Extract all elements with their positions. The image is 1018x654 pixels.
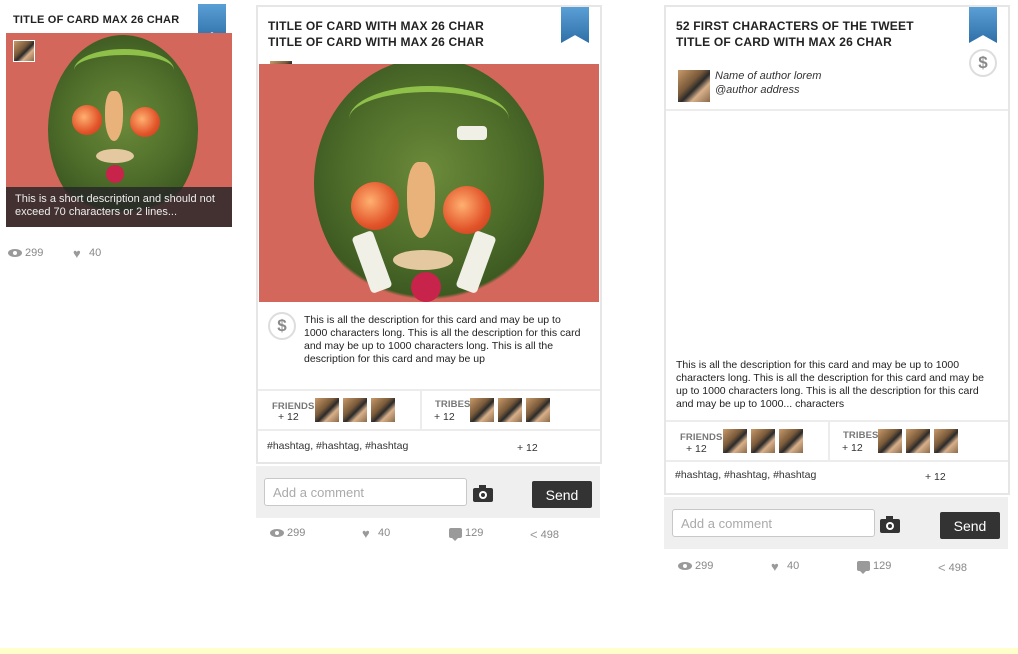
card-title-line1: 52 FIRST CHARACTERS OF THE TWEET <box>676 19 914 33</box>
friends-count[interactable]: + 12 <box>278 411 299 423</box>
send-button[interactable]: Send <box>532 481 592 508</box>
card-image[interactable] <box>259 64 599 302</box>
tribes-label: TRIBES <box>843 430 879 441</box>
author-name[interactable]: Name of author lorem <box>715 69 821 83</box>
views-count: 299 <box>25 247 44 259</box>
tribes-count[interactable]: + 12 <box>434 411 455 423</box>
hashtags-more[interactable]: + 12 <box>517 442 538 454</box>
comment-bubble-icon[interactable] <box>449 528 462 541</box>
share-icon[interactable]: < <box>938 560 946 575</box>
card-title-line2: TITLE OF CARD WITH MAX 26 CHAR <box>268 35 484 49</box>
comments-count: 129 <box>873 560 892 572</box>
author-avatar[interactable] <box>13 40 35 62</box>
likes-count: 40 <box>378 527 391 539</box>
eye-icon <box>678 562 692 570</box>
dollar-icon[interactable]: $ <box>969 49 997 77</box>
friend-avatar[interactable] <box>343 398 367 422</box>
shares-stat[interactable]: < 498 <box>530 527 559 542</box>
friends-count[interactable]: + 12 <box>686 443 707 455</box>
heart-icon[interactable]: ♥ <box>771 560 784 573</box>
friend-avatar[interactable] <box>371 398 395 422</box>
tribe-avatar[interactable] <box>470 398 494 422</box>
card-title: 52 FIRST CHARACTERS OF THE TWEET TITLE O… <box>676 18 914 50</box>
dollar-icon[interactable]: $ <box>268 312 296 340</box>
currency-symbol: $ <box>277 316 287 335</box>
bookmark-ribbon-icon[interactable] <box>969 7 997 43</box>
shares-count: 498 <box>540 528 559 541</box>
hashtags[interactable]: #hashtag, #hashtag, #hashtag <box>675 469 816 481</box>
shares-count: 498 <box>948 561 967 574</box>
card-description: This is all the description for this car… <box>676 359 984 410</box>
friend-avatar[interactable] <box>751 429 775 453</box>
author-avatar[interactable] <box>677 69 711 103</box>
card-description: This is all the description for this car… <box>304 314 581 365</box>
views-stat: 299 <box>8 247 43 259</box>
send-button[interactable]: Send <box>940 512 1000 539</box>
comment-bubble-icon[interactable] <box>857 561 870 574</box>
tribe-avatar[interactable] <box>934 429 958 453</box>
comment-input[interactable] <box>672 509 875 537</box>
eye-icon <box>8 249 22 257</box>
card-title-line1: TITLE OF CARD WITH MAX 26 CHAR <box>268 19 484 33</box>
heart-icon[interactable]: ♥ <box>362 527 375 540</box>
tribe-avatar[interactable] <box>906 429 930 453</box>
card-title: TITLE OF CARD WITH MAX 26 CHAR TITLE OF … <box>268 18 484 50</box>
friends-label: FRIENDS <box>680 432 723 443</box>
image-card[interactable]: TITLE OF CARD WITH MAX 26 CHAR TITLE OF … <box>256 5 602 464</box>
views-stat: 299 <box>678 560 713 572</box>
author-info[interactable]: Name of author lorem @author address <box>715 69 821 97</box>
small-card-title: TITLE OF CARD MAX 26 CHAR <box>13 14 180 26</box>
tribe-avatar[interactable] <box>498 398 522 422</box>
camera-icon[interactable] <box>473 485 493 502</box>
views-count: 299 <box>695 560 714 572</box>
views-stat: 299 <box>270 527 305 539</box>
hashtags-more[interactable]: + 12 <box>925 471 946 483</box>
divider <box>666 109 1008 111</box>
likes-stat[interactable]: ♥ 40 <box>771 560 800 573</box>
card-title-line2: TITLE OF CARD WITH MAX 26 CHAR <box>676 35 892 49</box>
friend-avatar[interactable] <box>723 429 747 453</box>
likes-stat[interactable]: ♥ 40 <box>362 527 391 540</box>
short-description: This is a short description and should n… <box>6 187 232 227</box>
tribe-avatar[interactable] <box>526 398 550 422</box>
bookmark-ribbon-icon[interactable] <box>561 7 589 43</box>
short-description-text: This is a short description and should n… <box>15 193 215 218</box>
eye-icon <box>270 529 284 537</box>
tribes-count[interactable]: + 12 <box>842 442 863 454</box>
camera-icon[interactable] <box>880 516 900 533</box>
currency-symbol: $ <box>978 53 988 72</box>
friend-avatar[interactable] <box>779 429 803 453</box>
small-card[interactable]: TITLE OF CARD MAX 26 CHAR This is a shor… <box>6 4 232 227</box>
likes-count: 40 <box>89 247 102 259</box>
heart-icon[interactable]: ♥ <box>73 247 86 260</box>
comments-stat[interactable]: 129 <box>857 560 892 574</box>
bottom-highlight-bar <box>0 648 1018 654</box>
friend-avatar[interactable] <box>315 398 339 422</box>
views-count: 299 <box>287 527 306 539</box>
share-icon[interactable]: < <box>530 527 538 542</box>
comments-count: 129 <box>465 527 484 539</box>
shares-stat[interactable]: < 498 <box>938 560 967 575</box>
likes-stat[interactable]: ♥ 40 <box>73 247 102 260</box>
likes-count: 40 <box>787 560 800 572</box>
comment-input[interactable] <box>264 478 467 506</box>
author-handle[interactable]: @author address <box>715 83 821 97</box>
tribe-avatar[interactable] <box>878 429 902 453</box>
tribes-label: TRIBES <box>435 399 471 410</box>
comments-stat[interactable]: 129 <box>449 527 484 541</box>
hashtags[interactable]: #hashtag, #hashtag, #hashtag <box>267 440 408 452</box>
tweet-card[interactable]: 52 FIRST CHARACTERS OF THE TWEET TITLE O… <box>664 5 1010 495</box>
